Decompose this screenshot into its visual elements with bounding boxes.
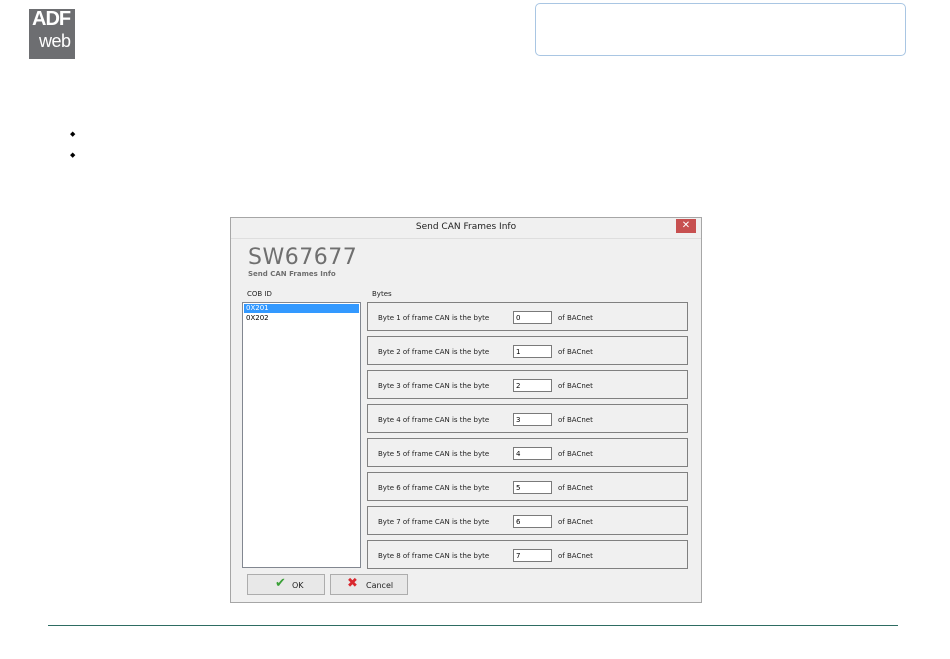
close-icon: ✕ <box>681 220 691 231</box>
byte-mapping-row: Byte 4 of frame CAN is the byte 3 of BAC… <box>367 404 688 433</box>
byte-value-input[interactable]: 0 <box>513 311 552 324</box>
send-can-frames-dialog: Send CAN Frames Info ✕ SW67677 Send CAN … <box>230 217 702 603</box>
byte-mapping-label: Byte 2 of frame CAN is the byte <box>378 348 490 356</box>
dialog-titlebar[interactable]: Send CAN Frames Info ✕ <box>231 218 701 239</box>
byte-mapping-row: Byte 8 of frame CAN is the byte 7 of BAC… <box>367 540 688 569</box>
adf-web-logo: ADF web <box>29 8 75 59</box>
byte-mapping-label: Byte 8 of frame CAN is the byte <box>378 552 490 560</box>
footer-divider <box>48 625 898 626</box>
byte-mapping-label: Byte 1 of frame CAN is the byte <box>378 314 490 322</box>
cancel-button-label: Cancel <box>366 581 394 590</box>
byte-mapping-label: Byte 6 of frame CAN is the byte <box>378 484 490 492</box>
ok-button-label: OK <box>292 581 304 590</box>
byte-mapping-row: Byte 1 of frame CAN is the byte 0 of BAC… <box>367 302 688 331</box>
header-box <box>535 3 906 56</box>
byte-mapping-suffix: of BACnet <box>558 416 593 424</box>
bullet-icon: ◆ <box>70 130 76 138</box>
cob-id-item[interactable]: 0X201 <box>244 304 359 313</box>
byte-mapping-label: Byte 3 of frame CAN is the byte <box>378 382 490 390</box>
bytes-label: Bytes <box>372 290 392 298</box>
cob-id-list[interactable]: 0X201 0X202 <box>242 302 361 568</box>
byte-mapping-suffix: of BACnet <box>558 518 593 526</box>
byte-mapping-suffix: of BACnet <box>558 552 593 560</box>
byte-value-input[interactable]: 5 <box>513 481 552 494</box>
dialog-subtitle: Send CAN Frames Info <box>248 270 336 278</box>
byte-value-input[interactable]: 4 <box>513 447 552 460</box>
cob-id-label: COB ID <box>247 290 272 298</box>
check-icon: ✔ <box>275 576 286 591</box>
byte-mapping-suffix: of BACnet <box>558 484 593 492</box>
byte-value-input[interactable]: 7 <box>513 549 552 562</box>
close-button[interactable]: ✕ <box>676 219 696 233</box>
logo-text-adf: ADF <box>32 8 71 30</box>
byte-value-input[interactable]: 2 <box>513 379 552 392</box>
ok-button[interactable]: ✔ OK <box>247 574 325 595</box>
byte-mapping-label: Byte 4 of frame CAN is the byte <box>378 416 490 424</box>
byte-mapping-row: Byte 7 of frame CAN is the byte 6 of BAC… <box>367 506 688 535</box>
byte-mapping-row: Byte 3 of frame CAN is the byte 2 of BAC… <box>367 370 688 399</box>
byte-mapping-label: Byte 7 of frame CAN is the byte <box>378 518 490 526</box>
cancel-button[interactable]: ✖ Cancel <box>330 574 408 595</box>
product-code: SW67677 <box>248 245 358 270</box>
byte-value-input[interactable]: 6 <box>513 515 552 528</box>
byte-mapping-suffix: of BACnet <box>558 348 593 356</box>
cob-id-item[interactable]: 0X202 <box>244 314 359 323</box>
byte-mapping-suffix: of BACnet <box>558 382 593 390</box>
logo-text-web: web <box>39 31 71 51</box>
byte-mapping-row: Byte 5 of frame CAN is the byte 4 of BAC… <box>367 438 688 467</box>
byte-mapping-label: Byte 5 of frame CAN is the byte <box>378 450 490 458</box>
byte-value-input[interactable]: 1 <box>513 345 552 358</box>
byte-mapping-row: Byte 2 of frame CAN is the byte 1 of BAC… <box>367 336 688 365</box>
bullet-icon: ◆ <box>70 151 76 159</box>
byte-mapping-row: Byte 6 of frame CAN is the byte 5 of BAC… <box>367 472 688 501</box>
dialog-title: Send CAN Frames Info <box>415 222 517 232</box>
byte-value-input[interactable]: 3 <box>513 413 552 426</box>
byte-mapping-suffix: of BACnet <box>558 314 593 322</box>
byte-mapping-suffix: of BACnet <box>558 450 593 458</box>
cross-icon: ✖ <box>347 576 358 591</box>
